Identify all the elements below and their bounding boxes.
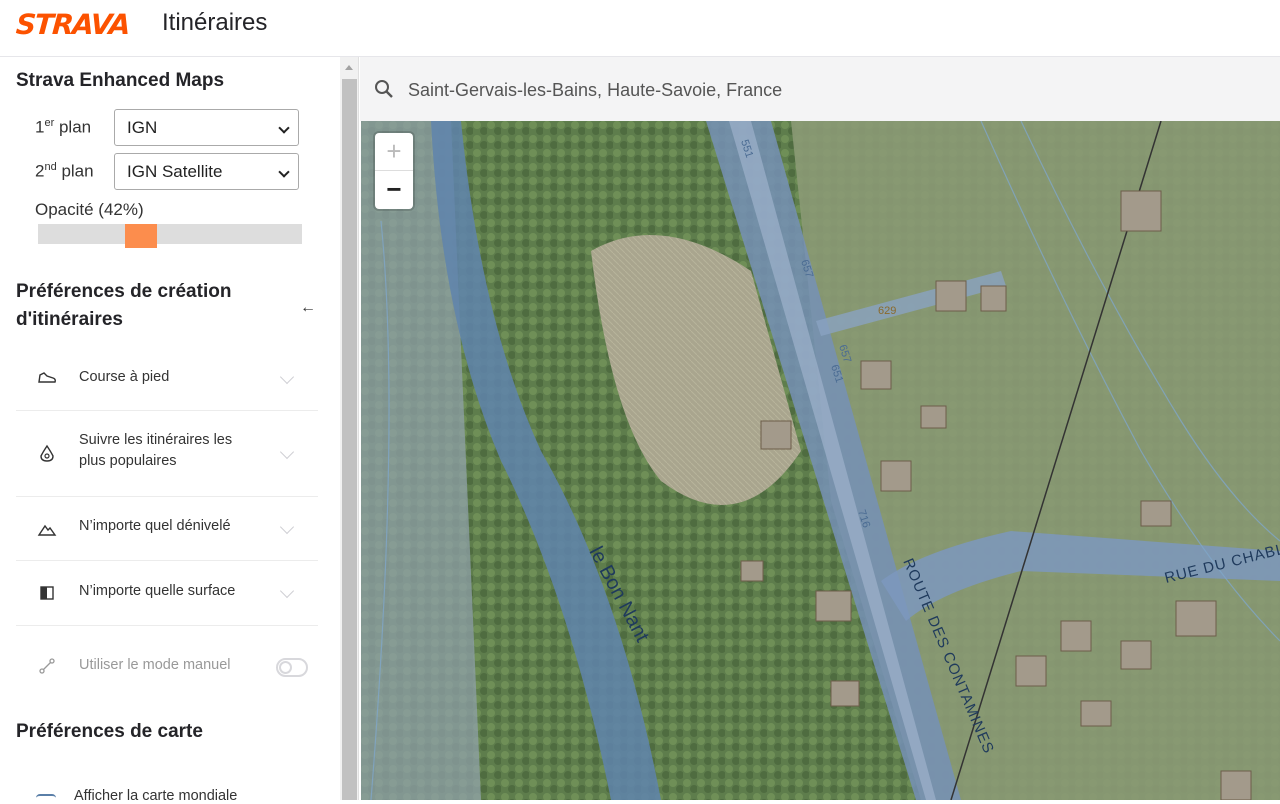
pref-surface[interactable]: N’importe quelle surface: [16, 561, 318, 626]
pref-popularity[interactable]: Suivre les itinéraires les plus populair…: [16, 411, 318, 497]
map-prefs-title: Préférences de carte: [16, 721, 203, 742]
enhanced-maps-title: Strava Enhanced Maps: [16, 70, 225, 91]
scroll-up-icon[interactable]: [345, 65, 353, 70]
elevation-icon: [37, 524, 57, 536]
zoom-out-button[interactable]: −: [375, 171, 413, 209]
sidebar-scrollbar[interactable]: [340, 57, 359, 800]
opacity-slider-thumb[interactable]: [125, 224, 158, 248]
chevron-down-icon: [278, 122, 290, 134]
opacity-label: Opacité (42%): [35, 200, 144, 219]
chevron-down-icon: [279, 519, 295, 535]
opacity-slider-track[interactable]: [38, 224, 302, 244]
pref-activity-running[interactable]: Course à pied: [16, 346, 318, 411]
page-title: Itinéraires: [162, 9, 268, 36]
route-prefs-title: Préférences de création d'itinéraires: [16, 281, 232, 330]
map-layer[interactable]: le Bon Nant ROUTE DES CONTAMINES RUE DU …: [361, 121, 1280, 800]
pref-label: Utiliser le mode manuel: [79, 657, 231, 673]
location-search[interactable]: Saint-Gervais-les-Bains, Haute-Savoie, F…: [360, 57, 1280, 121]
globe-icon: [36, 794, 56, 800]
pref-label[interactable]: Afficher la carte mondiale: [74, 788, 237, 804]
search-icon: [375, 80, 393, 98]
map-canvas[interactable]: le Bon Nant ROUTE DES CONTAMINES RUE DU …: [361, 121, 1280, 800]
arrow-left-icon[interactable]: ←: [300, 299, 316, 317]
zoom-in-button[interactable]: +: [375, 133, 413, 171]
heatmap-icon: [40, 444, 54, 462]
pref-elevation[interactable]: N’importe quel dénivelé: [16, 497, 318, 561]
elevation-label: 629: [878, 305, 896, 317]
layer1-select[interactable]: IGN: [114, 109, 299, 146]
pref-label: N’importe quelle surface: [79, 583, 236, 599]
pref-label: Suivre les itinéraires les plus populair…: [79, 432, 233, 469]
toggle-knob: [279, 661, 292, 674]
app-header: STRAVA Itinéraires: [0, 0, 1280, 57]
chevron-down-icon: [279, 583, 295, 599]
manual-route-icon: [39, 658, 55, 674]
surface-icon: [40, 586, 54, 600]
shoe-icon: [38, 372, 56, 383]
chevron-down-icon: [278, 166, 290, 178]
pref-label: Course à pied: [79, 369, 170, 385]
manual-mode-toggle[interactable]: [276, 658, 308, 677]
pref-manual-mode: Utiliser le mode manuel: [16, 626, 318, 696]
chevron-down-icon: [279, 369, 295, 385]
pref-label: N’importe quel dénivelé: [79, 518, 231, 534]
scrollbar-thumb[interactable]: [342, 79, 357, 800]
zoom-control: + −: [375, 133, 413, 209]
search-query[interactable]: Saint-Gervais-les-Bains, Haute-Savoie, F…: [408, 80, 782, 101]
layer2-select[interactable]: IGN Satellite: [114, 153, 299, 190]
strava-logo[interactable]: STRAVA: [15, 8, 130, 41]
layer1-label: 1er plan: [35, 117, 92, 137]
layer2-label: 2nd plan: [35, 161, 94, 181]
chevron-down-icon: [279, 444, 295, 460]
